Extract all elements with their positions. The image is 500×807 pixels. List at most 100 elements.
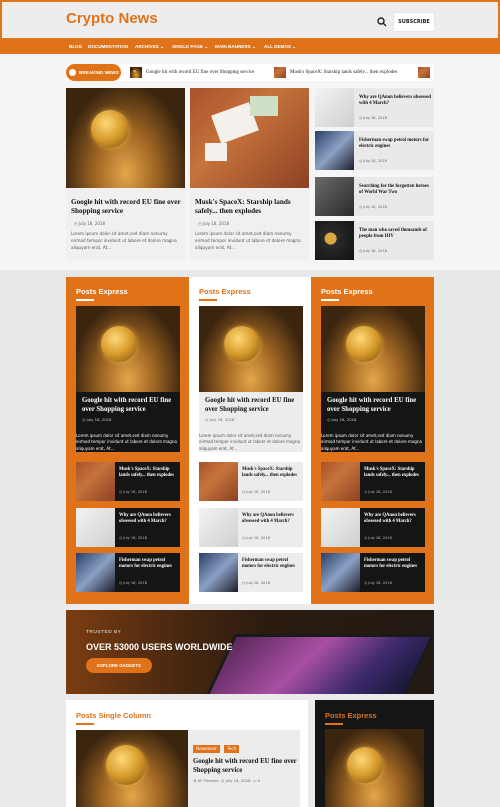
heading-underline xyxy=(76,299,94,301)
hero-title[interactable]: Google hit with record EU fine over Shop… xyxy=(71,198,181,216)
site-logo[interactable]: Crypto News xyxy=(66,10,158,27)
post-row-date: July 18, 2018 xyxy=(242,536,270,540)
nav-item-single-page[interactable]: SINGLE PAGE ⌄ xyxy=(172,40,208,54)
sidebar-post[interactable]: The man who saved thousands of people fr… xyxy=(315,221,434,260)
post-row-date: July 18, 2018 xyxy=(119,581,147,585)
hero-excerpt: Lorem ipsum dolor sit amet,sed diam nonu… xyxy=(71,231,177,250)
hero-card[interactable]: Google hit with record EU fine over Shop… xyxy=(66,88,185,260)
breaking-thumb[interactable] xyxy=(418,67,430,78)
post-row[interactable]: Why are QAnon believers obsessed with 4 … xyxy=(76,508,180,547)
nav-item-documentation[interactable]: DOCUMENTATION xyxy=(88,40,128,54)
coin-shape xyxy=(106,745,146,785)
sidebar-post-date: July 18, 2018 xyxy=(359,249,387,253)
posts-express-column: Posts Express Google hit with record EU … xyxy=(311,277,434,604)
post-row[interactable]: Musk's SpaceX: Starship lands safely... … xyxy=(321,462,425,501)
nav-item-label: MAIN BANNERS xyxy=(215,44,251,49)
breaking-item[interactable]: Google hit with record EU fine over Shop… xyxy=(146,64,254,81)
breaking-item[interactable]: Musk's SpaceX: Starship lands safely... … xyxy=(290,64,397,81)
hero-excerpt: Lorem ipsum dolor sit amet,sed diam nonu… xyxy=(195,231,301,250)
post-row[interactable]: Fisherman swap petrol motors for electri… xyxy=(321,553,425,592)
nav-item-label: ALL DEMOS xyxy=(264,44,291,49)
bitcoin-image[interactable] xyxy=(76,730,188,807)
nav-item-main-banners[interactable]: MAIN BANNERS ⌄ xyxy=(215,40,256,54)
site-header: Crypto News SUBSCRIBE xyxy=(0,0,500,40)
search-icon[interactable] xyxy=(377,17,387,27)
main-post-title[interactable]: Google hit with record EU fine over Shop… xyxy=(205,397,299,414)
post-row-title[interactable]: Musk's SpaceX: Starship lands safely... … xyxy=(242,467,300,479)
column-heading: Posts Express xyxy=(325,711,377,720)
sidebar-post-title[interactable]: The man who saved thousands of people fr… xyxy=(359,228,433,240)
comment-count[interactable]: 0 xyxy=(258,778,260,783)
breaking-thumb[interactable] xyxy=(274,67,286,78)
post-row-date: July 18, 2018 xyxy=(119,536,147,540)
subscribe-button[interactable]: SUBSCRIBE xyxy=(393,12,435,32)
author-icon: ◔ xyxy=(193,778,197,783)
heading-underline xyxy=(325,723,343,725)
hero-card[interactable]: Musk's SpaceX: Starship lands safely... … xyxy=(190,88,309,260)
breaking-news-bar: BREAKING NEWS Google hit with record EU … xyxy=(66,64,434,81)
nav-item-blog[interactable]: BLOG xyxy=(69,40,82,54)
post-thumbnail xyxy=(315,177,354,216)
bitcoin-image[interactable] xyxy=(321,306,425,392)
tag-newsbeat[interactable]: Newsbeat xyxy=(193,745,220,753)
post-thumbnail xyxy=(321,553,360,592)
hero-date: July 18, 2018 xyxy=(198,221,229,226)
chevron-down-icon: ⌄ xyxy=(160,44,164,49)
post-row-title[interactable]: Why are QAnon believers obsessed with 4 … xyxy=(364,513,422,525)
bitcoin-image xyxy=(66,88,185,188)
post-row[interactable]: Why are QAnon believers obsessed with 4 … xyxy=(321,508,425,547)
posts-express-widget: Posts Express xyxy=(315,700,434,807)
paper-shape xyxy=(205,143,227,161)
post-row-date: July 18, 2018 xyxy=(242,581,270,585)
posts-express-column: Posts Express Google hit with record EU … xyxy=(66,277,189,604)
coin-shape xyxy=(224,326,260,362)
post-row-title[interactable]: Fisherman swap petrol motors for electri… xyxy=(119,558,177,570)
breaking-thumb[interactable] xyxy=(130,67,142,78)
post-thumbnail xyxy=(199,508,238,547)
main-post-date: July 18, 2018 xyxy=(82,417,112,422)
column-heading: Posts Express xyxy=(321,287,373,296)
post-row[interactable]: Why are QAnon believers obsessed with 4 … xyxy=(199,508,303,547)
hero-title[interactable]: Musk's SpaceX: Starship lands safely... … xyxy=(195,198,305,216)
sidebar-post-title[interactable]: Fisherman swap petrol motors for electri… xyxy=(359,138,433,150)
post-row[interactable]: Fisherman swap petrol motors for electri… xyxy=(76,553,180,592)
single-post-title[interactable]: Google hit with record EU fine over Shop… xyxy=(193,758,297,775)
post-row-title[interactable]: Fisherman swap petrol motors for electri… xyxy=(242,558,300,570)
explore-gadgets-button[interactable]: EXPLORE GADGETS xyxy=(86,658,152,673)
bitcoin-image[interactable] xyxy=(76,306,180,392)
main-post-title[interactable]: Google hit with record EU fine over Shop… xyxy=(327,397,421,414)
post-row[interactable]: Fisherman swap petrol motors for electri… xyxy=(199,553,303,592)
sidebar-post-title[interactable]: Why are QAnon believers obsessed with 4 … xyxy=(359,95,433,107)
post-row-title[interactable]: Why are QAnon believers obsessed with 4 … xyxy=(119,513,177,525)
column-heading: Posts Express xyxy=(76,287,128,296)
sidebar-post[interactable]: Fisherman swap petrol motors for electri… xyxy=(315,131,434,170)
main-post-excerpt: Lorem ipsum dolor sit amet,sed diam nonu… xyxy=(321,433,422,451)
nav-item-archives[interactable]: ARCHIVES ⌄ xyxy=(135,40,164,54)
banner-headline: OVER 53000 USERS WORLDWIDE xyxy=(86,642,233,652)
main-post-date: July 18, 2018 xyxy=(205,417,235,422)
post-row-title[interactable]: Fisherman swap petrol motors for electri… xyxy=(364,558,422,570)
coin-shape xyxy=(101,326,137,362)
cash-shape xyxy=(250,96,278,116)
post-row-date: July 18, 2018 xyxy=(364,581,392,585)
post-thumbnail xyxy=(76,553,115,592)
live-dot-icon xyxy=(69,69,76,76)
nav-item-all-demos[interactable]: ALL DEMOS ⌄ xyxy=(264,40,296,54)
post-row-title[interactable]: Musk's SpaceX: Starship lands safely... … xyxy=(364,467,422,479)
main-post-title[interactable]: Google hit with record EU fine over Shop… xyxy=(82,397,176,414)
post-row-date: July 18, 2018 xyxy=(242,490,270,494)
post-row-title[interactable]: Musk's SpaceX: Starship lands safely... … xyxy=(119,467,177,479)
post-row-title[interactable]: Why are QAnon believers obsessed with 4 … xyxy=(242,513,300,525)
post-row[interactable]: Musk's SpaceX: Starship lands safely... … xyxy=(199,462,303,501)
author-name[interactable]: AF Themes xyxy=(198,778,219,783)
tag-tech[interactable]: Tech xyxy=(224,745,240,753)
sidebar-post-title[interactable]: Searching for the forgotten heroes of Wo… xyxy=(359,184,433,196)
bitcoin-image[interactable] xyxy=(325,729,424,807)
bitcoin-image[interactable] xyxy=(199,306,303,392)
coin-shape xyxy=(91,110,129,148)
sidebar-post[interactable]: Why are QAnon believers obsessed with 4 … xyxy=(315,88,434,127)
heading-underline xyxy=(199,299,217,301)
sidebar-post[interactable]: Searching for the forgotten heroes of Wo… xyxy=(315,177,434,216)
single-post-meta: ◔ AF Themes ◷ July 18, 2018 ▭ 0 xyxy=(193,778,260,783)
post-row[interactable]: Musk's SpaceX: Starship lands safely... … xyxy=(76,462,180,501)
